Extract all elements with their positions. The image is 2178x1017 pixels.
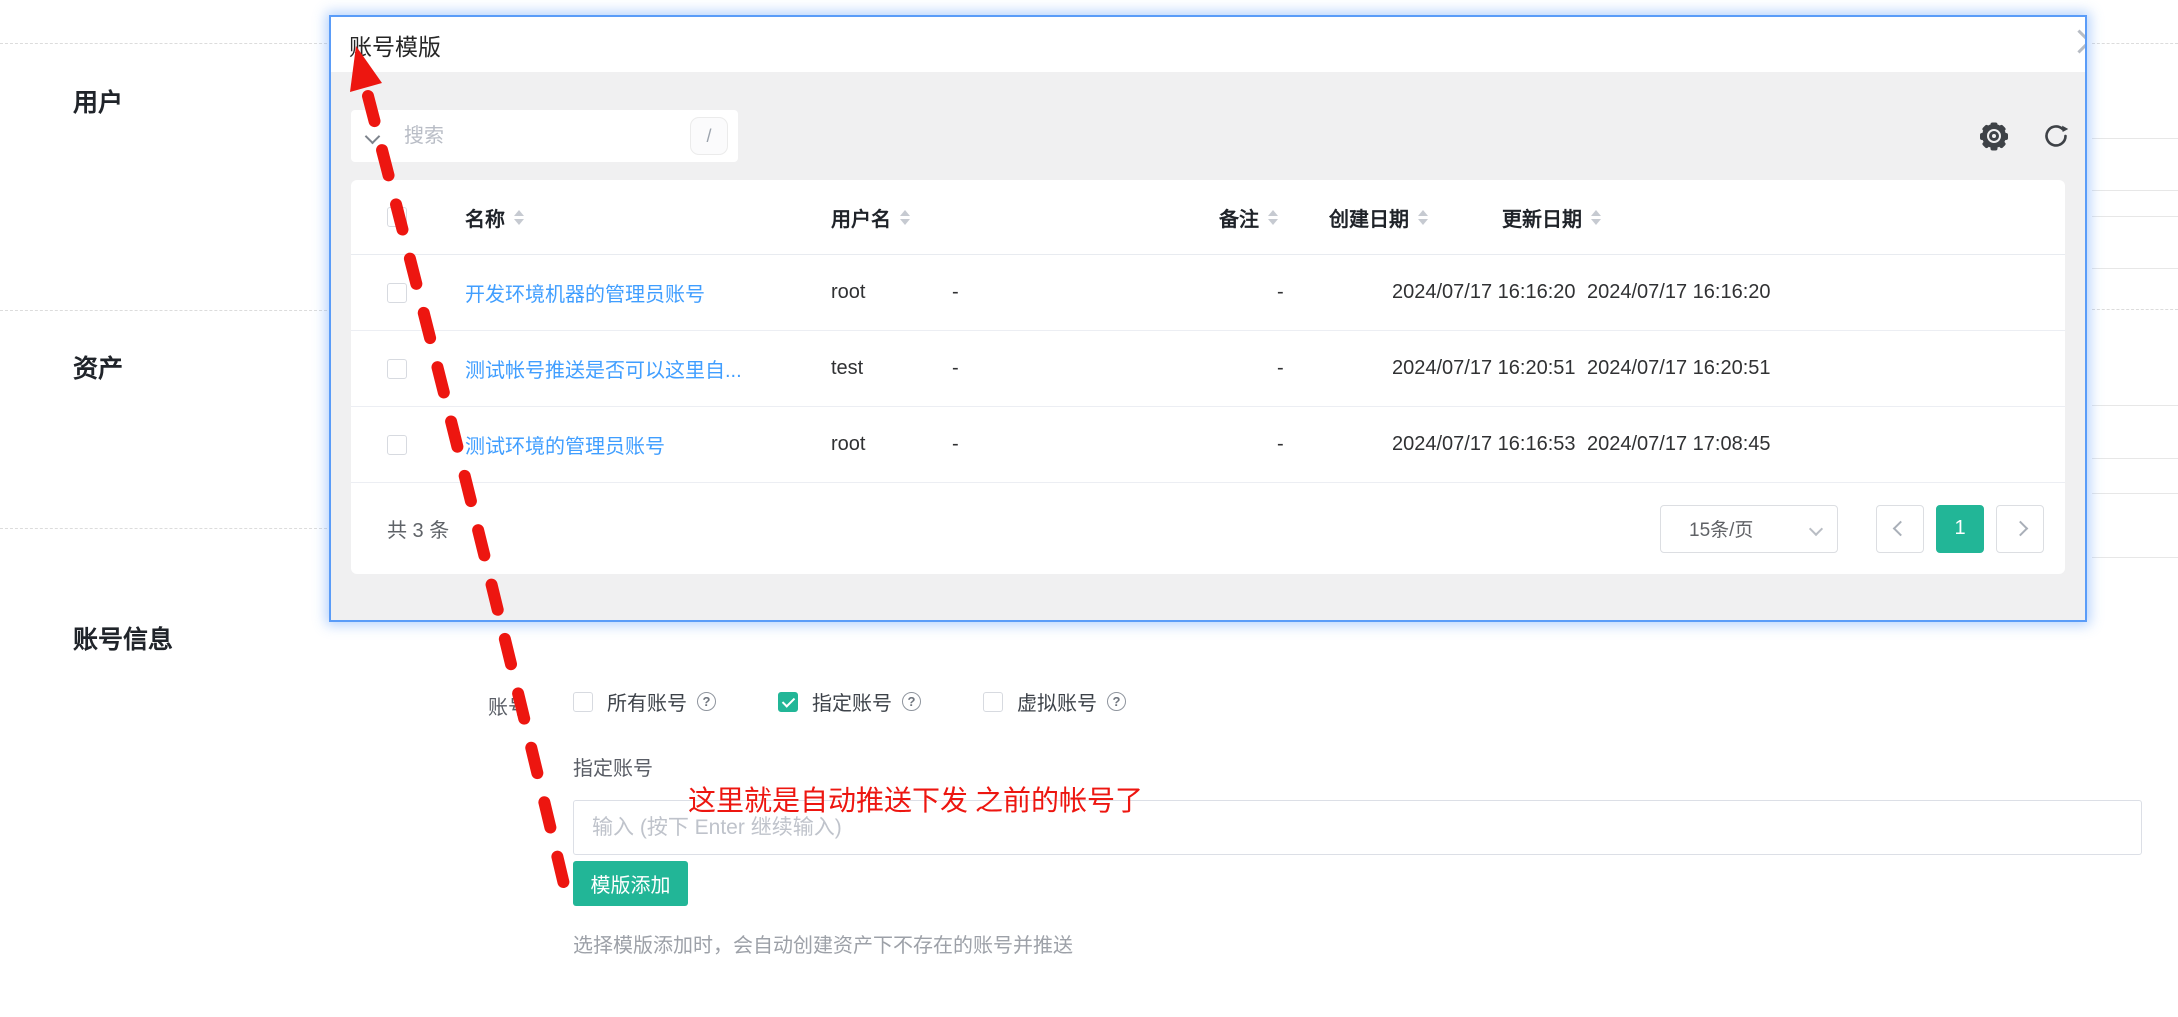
checkbox-unchecked-icon[interactable] [983,692,1003,712]
account-field-label: 账号 [430,691,528,720]
helper-text: 选择模版添加时，会自动创建资产下不存在的账号并推送 [573,929,1073,958]
cell-created: 2024/07/17 16:16:20 [1392,281,1587,304]
background-divider [0,528,327,529]
section-label-account-info: 账号信息 [73,620,173,656]
cell-note: - [1277,433,1392,456]
slash-shortcut-badge: / [690,117,728,155]
background-divider [0,43,327,44]
template-name-link[interactable]: 测试环境的管理员账号 [465,430,665,459]
background-divider [2092,138,2178,139]
prev-page-button[interactable] [1876,505,1924,553]
annotation-text: 这里就是自动推送下发 之前的帐号了 [688,779,1143,819]
chevron-right-icon[interactable] [2067,29,2087,53]
chevron-down-icon [1809,521,1823,535]
cell-extra: - [952,357,1277,380]
cell-username: root [831,433,952,456]
table-toolbar: / [351,110,2065,162]
chevron-right-icon [2012,521,2028,537]
column-header-username[interactable]: 用户名 [831,203,1219,232]
help-icon[interactable]: ? [1107,692,1126,711]
account-type-options: 所有账号 ? 指定账号 ? 虚拟账号 ? [573,687,1126,716]
refresh-icon[interactable] [2041,121,2071,151]
template-name-link[interactable]: 开发环境机器的管理员账号 [465,278,705,307]
background-divider [2092,493,2178,494]
table-header-row: 名称 用户名 备注 创建日期 [351,180,2065,255]
option-virtual-accounts[interactable]: 虚拟账号 ? [983,687,1126,716]
sort-icon[interactable] [900,210,910,225]
background-divider [2092,557,2178,558]
checkbox-checked-icon[interactable] [778,692,798,712]
background-divider [2092,458,2178,459]
cell-extra: - [952,281,1277,304]
cell-created: 2024/07/17 16:16:53 [1392,433,1587,456]
column-header-created[interactable]: 创建日期 [1329,203,1502,232]
help-icon[interactable]: ? [902,692,921,711]
page-size-select[interactable]: 15条/页 [1660,505,1838,553]
total-count: 共 3 条 [387,514,449,543]
table-row: 测试环境的管理员账号 root - - 2024/07/17 16:16:53 … [351,407,2065,483]
chevron-down-icon[interactable] [365,128,381,144]
table-footer: 共 3 条 15条/页 1 [351,483,2065,574]
help-icon[interactable]: ? [697,692,716,711]
specified-account-label: 指定账号 [573,752,653,781]
search-box[interactable]: / [351,110,738,162]
modal-title: 账号模版 [349,28,441,62]
row-checkbox[interactable] [387,283,407,303]
cell-created: 2024/07/17 16:20:51 [1392,357,1587,380]
template-add-button[interactable]: 模版添加 [573,861,688,906]
page: 用户 资产 账号信息 账号模版 / [0,0,2178,1017]
template-name-link[interactable]: 测试帐号推送是否可以这里自... [465,354,742,383]
account-template-modal: 账号模版 / [329,15,2087,622]
option-all-accounts[interactable]: 所有账号 ? [573,687,716,716]
background-divider [2092,190,2178,191]
cell-updated: 2024/07/17 17:08:45 [1587,433,2065,456]
sort-icon[interactable] [1268,210,1278,225]
cell-updated: 2024/07/17 16:20:51 [1587,357,2065,380]
toolbar-icons [1979,121,2071,151]
search-input[interactable] [402,124,690,149]
table-row: 测试帐号推送是否可以这里自... test - - 2024/07/17 16:… [351,331,2065,407]
column-header-updated[interactable]: 更新日期 [1502,203,2065,232]
background-divider [2092,216,2178,217]
account-template-table: 名称 用户名 备注 创建日期 [351,180,2065,574]
checkbox-unchecked-icon[interactable] [573,692,593,712]
cell-note: - [1277,281,1392,304]
cell-extra: - [952,433,1277,456]
pagination: 15条/页 1 [1660,505,2044,553]
page-1-button[interactable]: 1 [1936,505,1984,553]
chevron-left-icon [1892,521,1908,537]
modal-body: / [331,72,2085,622]
background-divider [2092,43,2178,44]
option-specified-accounts[interactable]: 指定账号 ? [778,687,921,716]
cell-note: - [1277,357,1392,380]
background-divider [2092,405,2178,406]
background-divider [2092,309,2178,310]
sort-icon[interactable] [514,210,524,225]
modal-header: 账号模版 [331,17,2085,72]
cell-username: test [831,357,952,380]
sort-icon[interactable] [1591,210,1601,225]
section-label-users: 用户 [73,83,123,119]
sort-icon[interactable] [1418,210,1428,225]
cell-username: root [831,281,952,304]
section-label-assets: 资产 [73,349,123,385]
next-page-button[interactable] [1996,505,2044,553]
row-checkbox[interactable] [387,435,407,455]
cell-updated: 2024/07/17 16:16:20 [1587,281,2065,304]
column-header-name[interactable]: 名称 [465,203,831,232]
background-divider [2092,268,2178,269]
gear-icon[interactable] [1979,121,2009,151]
table-row: 开发环境机器的管理员账号 root - - 2024/07/17 16:16:2… [351,255,2065,331]
select-all-checkbox[interactable] [387,207,407,227]
column-header-note[interactable]: 备注 [1219,203,1329,232]
row-checkbox[interactable] [387,359,407,379]
background-divider [0,310,327,311]
